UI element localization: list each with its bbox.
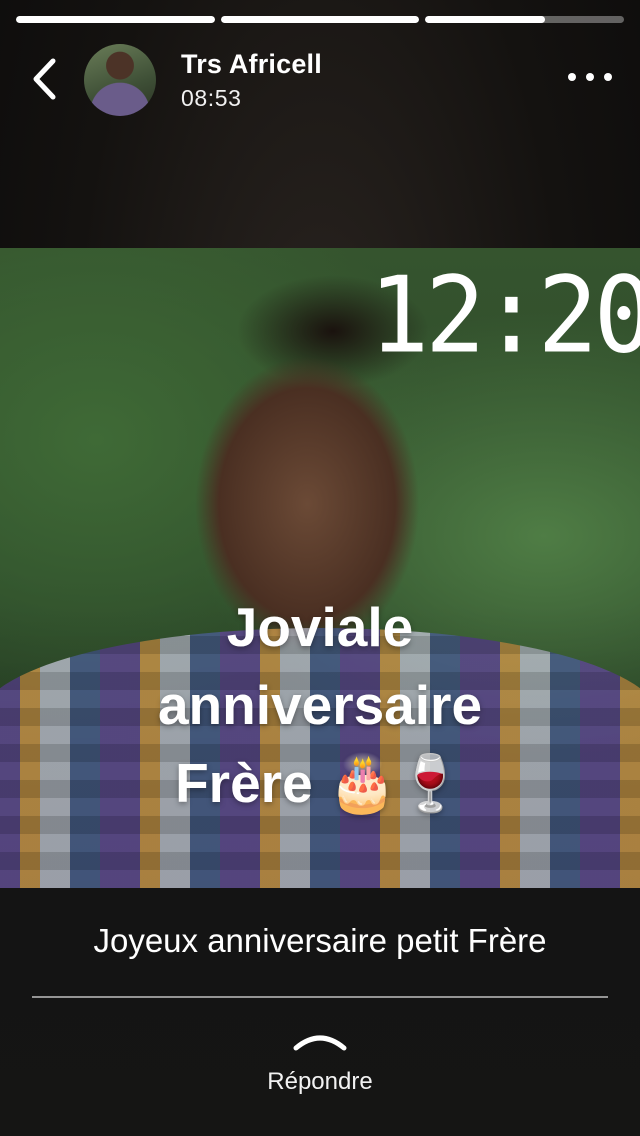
avatar[interactable]: [84, 44, 156, 116]
story-viewer: Trs Africell 08:53 12:20 Joviale anniver…: [0, 0, 640, 1136]
more-horizontal-icon: [604, 73, 612, 81]
overlay-line: anniversaire: [157, 674, 483, 736]
chevron-up-icon: [293, 1035, 347, 1051]
reply-label: Répondre: [267, 1068, 373, 1095]
overlay-line: Frère 🎂🍷: [175, 752, 465, 814]
divider: [32, 996, 608, 998]
back-button[interactable]: [24, 56, 64, 102]
reply-button[interactable]: Répondre: [0, 1026, 640, 1098]
story-text-overlay: Joviale anniversaire Frère 🎂🍷: [0, 588, 640, 822]
progress-segment: [425, 16, 625, 23]
story-header: Trs Africell 08:53: [0, 40, 640, 120]
more-horizontal-icon: [586, 73, 594, 81]
story-caption: Joyeux anniversaire petit Frère: [93, 922, 547, 959]
clock-sticker: 12:20: [368, 254, 640, 377]
progress-segment: [220, 16, 420, 23]
story-footer: Joyeux anniversaire petit Frère Répondre: [0, 888, 640, 1136]
story-photo[interactable]: 12:20 Joviale anniversaire Frère 🎂🍷: [0, 248, 640, 888]
author-name[interactable]: Trs Africell: [181, 49, 322, 80]
story-progress: [16, 16, 625, 23]
progress-segment: [16, 16, 215, 23]
overlay-line: Joviale: [226, 596, 414, 658]
more-options-button[interactable]: [568, 62, 612, 92]
more-horizontal-icon: [568, 73, 576, 81]
chevron-left-icon: [33, 58, 56, 100]
post-time: 08:53: [181, 85, 242, 111]
